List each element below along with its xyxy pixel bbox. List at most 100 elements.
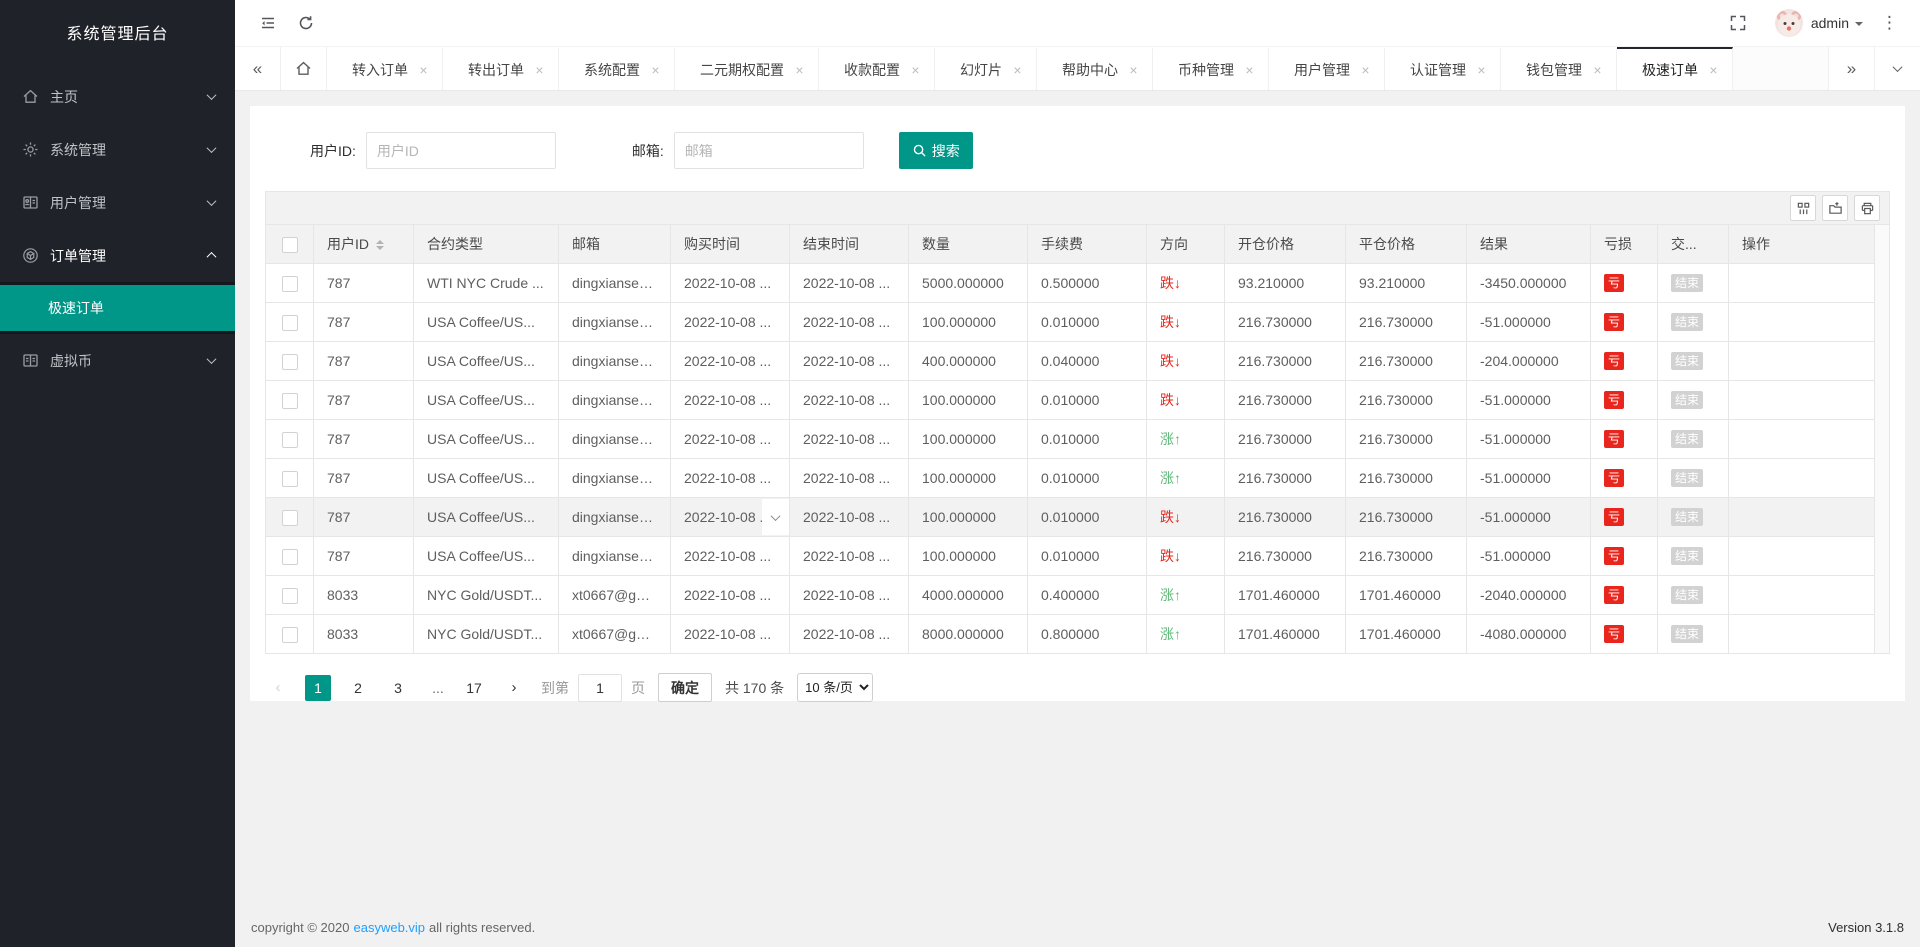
row-checkbox[interactable] bbox=[282, 354, 298, 370]
tab-item-8[interactable]: 用户管理× bbox=[1269, 47, 1385, 90]
column-header-label: 数量 bbox=[922, 236, 950, 252]
tabs-scroll-right-icon[interactable]: » bbox=[1828, 47, 1874, 90]
search-button[interactable]: 搜索 bbox=[899, 132, 973, 169]
tab-item-6[interactable]: 帮助中心× bbox=[1037, 47, 1153, 90]
cell-text: -4080.000000 bbox=[1480, 626, 1566, 642]
page-size-select[interactable]: 10 条/页 bbox=[797, 673, 873, 702]
cell-text: 2022-10-08 ... bbox=[803, 431, 890, 447]
sort-icon[interactable] bbox=[376, 236, 384, 254]
cell-email: dingxiansen... bbox=[559, 420, 671, 459]
cell-text: 1701.460000 bbox=[1359, 587, 1441, 603]
close-icon[interactable]: × bbox=[1473, 62, 1490, 78]
close-icon[interactable]: × bbox=[1589, 62, 1606, 78]
sidebar-item-label: 用户管理 bbox=[50, 193, 208, 213]
cell-result: -2040.000000 bbox=[1467, 576, 1591, 615]
sort-asc-icon[interactable] bbox=[376, 236, 384, 244]
prev-page-button[interactable]: ‹ bbox=[265, 675, 291, 701]
close-icon[interactable]: × bbox=[1357, 62, 1374, 78]
pagination: ‹ 123...17 › 到第 页 确定 共 170 条 10 条/页 bbox=[265, 673, 1890, 702]
user-id-input[interactable] bbox=[366, 132, 556, 169]
sidebar-item-2[interactable]: 用户管理 bbox=[0, 176, 235, 229]
user-avatar[interactable] bbox=[1775, 9, 1803, 37]
close-icon[interactable]: × bbox=[1241, 62, 1258, 78]
tabs-menu-icon[interactable] bbox=[1874, 47, 1920, 90]
cell-expand-button[interactable] bbox=[762, 499, 789, 535]
close-icon[interactable]: × bbox=[415, 62, 432, 78]
tab-item-4[interactable]: 收款配置× bbox=[819, 47, 935, 90]
row-checkbox[interactable] bbox=[282, 276, 298, 292]
cell-status: 结束 bbox=[1658, 303, 1729, 342]
cell-result: -51.000000 bbox=[1467, 459, 1591, 498]
cell-result: -51.000000 bbox=[1467, 498, 1591, 537]
close-icon[interactable]: × bbox=[791, 62, 808, 78]
row-checkbox[interactable] bbox=[282, 627, 298, 643]
fullscreen-icon[interactable] bbox=[1719, 0, 1757, 46]
row-checkbox[interactable] bbox=[282, 549, 298, 565]
page-button-3[interactable]: 3 bbox=[385, 675, 411, 701]
row-checkbox[interactable] bbox=[282, 510, 298, 526]
page-button-1[interactable]: 1 bbox=[305, 675, 331, 701]
sidebar-subitem-3-0[interactable]: 极速订单 bbox=[0, 285, 235, 331]
row-checkbox[interactable] bbox=[282, 432, 298, 448]
cell-text: 0.010000 bbox=[1041, 548, 1099, 564]
table-scrollbar-gutter[interactable] bbox=[1875, 224, 1890, 654]
select-all-checkbox[interactable] bbox=[282, 237, 298, 253]
tab-item-9[interactable]: 认证管理× bbox=[1385, 47, 1501, 90]
row-checkbox[interactable] bbox=[282, 588, 298, 604]
cell-text: 8033 bbox=[327, 587, 358, 603]
close-icon[interactable]: × bbox=[1009, 62, 1026, 78]
cell-close_price: 216.730000 bbox=[1346, 381, 1467, 420]
cell-text: 2022-10-08 ... bbox=[803, 314, 890, 330]
email-input[interactable] bbox=[674, 132, 864, 169]
filter-columns-icon[interactable] bbox=[1790, 195, 1816, 221]
tab-item-1[interactable]: 转出订单× bbox=[443, 47, 559, 90]
close-icon[interactable]: × bbox=[1705, 62, 1722, 78]
sidebar-item-0[interactable]: 主页 bbox=[0, 70, 235, 123]
cell-loss: 亏 bbox=[1591, 342, 1658, 381]
cell-result: -4080.000000 bbox=[1467, 615, 1591, 654]
page-button-17[interactable]: 17 bbox=[461, 675, 487, 701]
tab-item-5[interactable]: 幻灯片× bbox=[935, 47, 1037, 90]
sidebar-nav: 主页系统管理用户管理订单管理极速订单虚拟币 bbox=[0, 70, 235, 387]
close-icon[interactable]: × bbox=[1125, 62, 1142, 78]
tab-item-11[interactable]: 极速订单× bbox=[1617, 47, 1733, 90]
sidebar-submenu: 极速订单 bbox=[0, 282, 235, 334]
sort-desc-icon[interactable] bbox=[376, 246, 384, 254]
sidebar-item-4[interactable]: 虚拟币 bbox=[0, 334, 235, 387]
row-checkbox[interactable] bbox=[282, 393, 298, 409]
tab-item-2[interactable]: 系统配置× bbox=[559, 47, 675, 90]
sidebar-item-1[interactable]: 系统管理 bbox=[0, 123, 235, 176]
table-row: 787USA Coffee/US...dingxiansen...2022-10… bbox=[266, 303, 1875, 342]
row-checkbox[interactable] bbox=[282, 315, 298, 331]
loss-badge: 亏 bbox=[1604, 430, 1624, 448]
page-button-2[interactable]: 2 bbox=[345, 675, 371, 701]
cell-text: 216.730000 bbox=[1238, 353, 1312, 369]
admin-username[interactable]: admin bbox=[1811, 15, 1849, 31]
cell-text: 1701.460000 bbox=[1238, 626, 1320, 642]
tab-item-7[interactable]: 币种管理× bbox=[1153, 47, 1269, 90]
goto-confirm-button[interactable]: 确定 bbox=[658, 673, 712, 702]
tab-item-0[interactable]: 转入订单× bbox=[327, 47, 443, 90]
more-menu-icon[interactable]: ⋮ bbox=[1863, 13, 1906, 33]
print-icon[interactable] bbox=[1854, 195, 1880, 221]
close-icon[interactable]: × bbox=[531, 62, 548, 78]
refresh-icon[interactable] bbox=[287, 0, 325, 46]
direction-down-label: 跌↓ bbox=[1160, 353, 1181, 369]
tab-item-10[interactable]: 钱包管理× bbox=[1501, 47, 1617, 90]
row-checkbox[interactable] bbox=[282, 471, 298, 487]
export-icon[interactable] bbox=[1822, 195, 1848, 221]
cell-text: -3450.000000 bbox=[1480, 275, 1566, 291]
email-label: 邮箱: bbox=[632, 141, 664, 161]
toggle-sidebar-icon[interactable] bbox=[249, 0, 287, 46]
cell-text: USA Coffee/US... bbox=[427, 470, 535, 486]
next-page-button[interactable]: › bbox=[501, 675, 527, 701]
goto-page-input[interactable] bbox=[578, 674, 622, 702]
tabs-scroll-left-icon[interactable]: « bbox=[235, 47, 281, 90]
close-icon[interactable]: × bbox=[647, 62, 664, 78]
tab-home[interactable] bbox=[281, 47, 327, 90]
cell-status: 结束 bbox=[1658, 537, 1729, 576]
tab-item-3[interactable]: 二元期权配置× bbox=[675, 47, 819, 90]
footer-link[interactable]: easyweb.vip bbox=[353, 920, 425, 935]
close-icon[interactable]: × bbox=[907, 62, 924, 78]
sidebar-item-3[interactable]: 订单管理 bbox=[0, 229, 235, 282]
